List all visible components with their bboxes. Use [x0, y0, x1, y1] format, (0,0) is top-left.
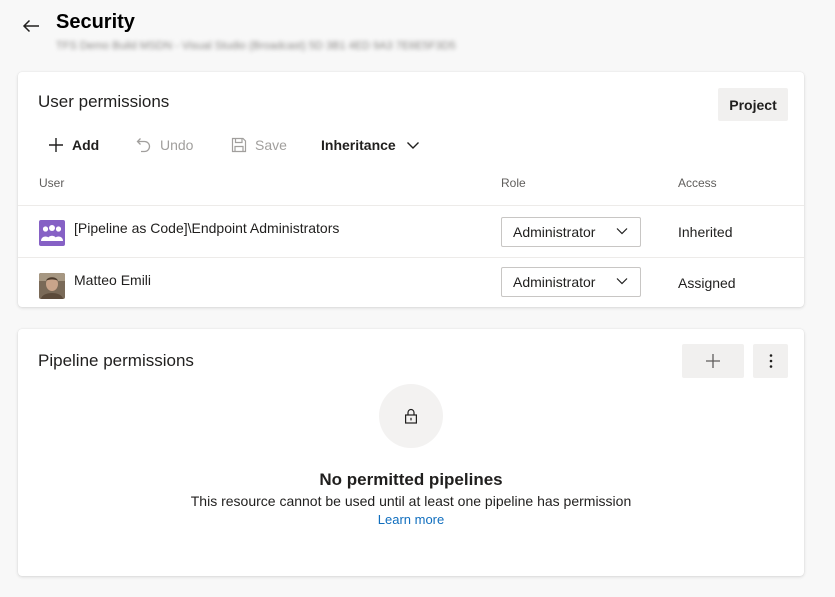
plus-icon	[706, 354, 720, 368]
save-button[interactable]: Save	[231, 132, 287, 158]
access-value: Assigned	[678, 275, 736, 291]
undo-button-label: Undo	[160, 137, 194, 153]
save-button-label: Save	[255, 137, 287, 153]
pipeline-permissions-card: Pipeline permissions No permitted pipeli…	[18, 329, 804, 576]
user-name: Matteo Emili	[74, 272, 152, 288]
permissions-toolbar: Add Undo Save Inheritance	[38, 132, 458, 158]
role-value: Administrator	[513, 224, 596, 240]
inheritance-label: Inheritance	[321, 137, 396, 153]
add-button-label: Add	[72, 137, 100, 153]
lock-icon	[405, 408, 418, 424]
column-header-user: User	[39, 176, 65, 190]
undo-icon	[136, 138, 151, 153]
page-subtitle: TFS Demo Build MSDN - Visual Studio (Bro…	[56, 40, 456, 52]
page-title: Security	[56, 11, 135, 33]
inheritance-dropdown[interactable]: Inheritance	[321, 132, 420, 158]
back-button[interactable]	[18, 14, 44, 38]
more-vertical-icon	[769, 354, 772, 368]
add-button[interactable]: Add	[48, 132, 99, 158]
pipeline-permissions-title: Pipeline permissions	[38, 351, 194, 370]
user-permissions-title: User permissions	[38, 92, 170, 111]
learn-more-link: Learn more	[18, 512, 804, 527]
user-permissions-card: User permissions Project Add Undo Save I…	[18, 72, 804, 307]
user-name: [Pipeline as Code]\Endpoint Administrato…	[74, 220, 340, 236]
add-pipeline-button[interactable]	[682, 344, 744, 378]
undo-button[interactable]: Undo	[136, 132, 193, 158]
role-dropdown[interactable]: Administrator	[501, 217, 641, 247]
project-button[interactable]: Project	[718, 88, 788, 121]
column-header-role: Role	[501, 176, 526, 190]
arrow-left-icon	[22, 19, 39, 33]
role-value: Administrator	[513, 274, 596, 290]
more-options-button[interactable]	[753, 344, 788, 378]
page-header: Security TFS Demo Build MSDN - Visual St…	[0, 0, 835, 70]
group-avatar-icon	[39, 220, 65, 246]
column-header-access: Access	[678, 176, 717, 190]
empty-state-title: No permitted pipelines	[319, 470, 503, 489]
access-value: Inherited	[678, 224, 733, 240]
role-dropdown[interactable]: Administrator	[501, 267, 641, 297]
plus-icon	[49, 138, 63, 152]
chevron-down-icon	[616, 278, 628, 285]
table-row: Matteo Emili Administrator Assigned	[18, 257, 804, 308]
learn-more-link-text[interactable]: Learn more	[378, 512, 444, 527]
user-photo-avatar	[39, 273, 65, 299]
chevron-down-icon	[616, 228, 628, 235]
empty-state-illustration	[379, 384, 443, 448]
chevron-down-icon	[406, 141, 419, 149]
empty-state-description: This resource cannot be used until at le…	[190, 493, 632, 509]
table-row: [Pipeline as Code]\Endpoint Administrato…	[18, 205, 804, 256]
save-icon	[231, 137, 247, 153]
